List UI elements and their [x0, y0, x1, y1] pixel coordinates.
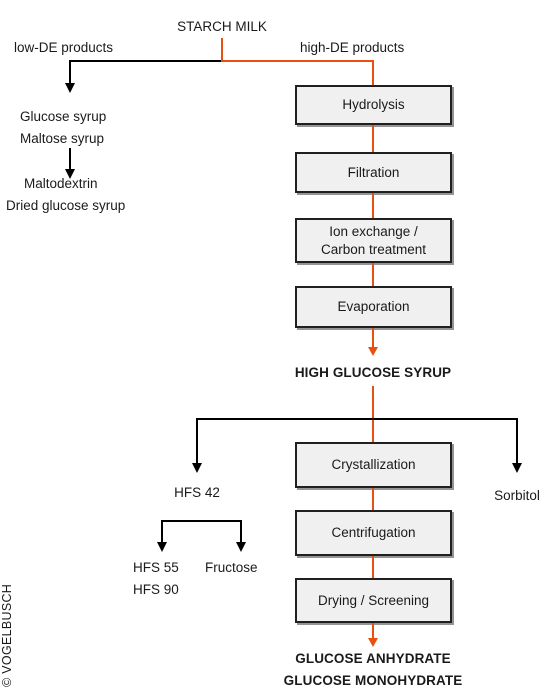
sorbitol-branch-arrow-head — [511, 463, 522, 473]
process-box-filtration[interactable]: Filtration — [295, 152, 452, 193]
process-box-filtration-label: Filtration — [347, 164, 400, 180]
process-box-ion-exchange-label-line-2: Carbon treatment — [320, 241, 427, 257]
low-de-products-label: low-DE products — [14, 40, 114, 55]
process-box-ion-exchange[interactable]: Ion exchange / Carbon treatment — [295, 218, 452, 263]
hfs55-arrow-shaft — [161, 520, 163, 543]
process-box-crystallization-label: Crystallization — [331, 457, 416, 473]
connector-centrifugation-to-drying — [372, 556, 374, 579]
connector-hydrolysis-to-filtration — [372, 125, 374, 153]
connector-ion-exchange-to-evaporation — [372, 263, 374, 287]
hfs-90-label: HFS 90 — [133, 582, 179, 597]
process-box-hydrolysis[interactable]: Hydrolysis — [295, 85, 452, 125]
low-de-branch-horizontal-line — [69, 60, 222, 62]
copyright-label: © VOGELBUSCH — [0, 583, 14, 687]
process-box-evaporation-label: Evaporation — [337, 299, 410, 315]
hfs-55-label: HFS 55 — [133, 560, 179, 575]
flowchart-canvas: STARCH MILK low-DE products high-DE prod… — [0, 0, 546, 699]
maltodextrin-label: Maltodextrin — [24, 176, 98, 191]
connector-filtration-to-ion-exchange — [372, 193, 374, 219]
process-box-centrifugation[interactable]: Centrifugation — [295, 510, 452, 556]
glucose-syrup-label: Glucose syrup — [20, 109, 107, 124]
process-box-hydrolysis-label: Hydrolysis — [342, 97, 405, 113]
maltose-syrup-label: Maltose syrup — [20, 131, 105, 146]
process-box-centrifugation-label: Centrifugation — [331, 525, 416, 541]
glucose-monohydrate-label: GLUCOSE MONOHYDRATE — [283, 673, 463, 688]
high-de-feed-line — [372, 60, 374, 86]
maltodextrin-arrow-shaft — [69, 148, 71, 170]
high-de-branch-horizontal-line — [221, 60, 374, 62]
starch-milk-stem-line — [221, 38, 223, 61]
low-de-arrow-head — [64, 83, 75, 93]
high-glucose-syrup-feed-line — [372, 386, 374, 442]
dried-glucose-syrup-label: Dried glucose syrup — [6, 198, 126, 213]
hfs55-arrow-head — [156, 542, 167, 552]
process-box-ion-exchange-label-line-1: Ion exchange / — [329, 224, 418, 240]
sorbitol-branch-arrow-shaft — [516, 418, 518, 464]
low-de-arrow-shaft — [69, 60, 71, 84]
starch-milk-label: STARCH MILK — [177, 19, 267, 34]
evaporation-output-arrow-shaft — [372, 328, 374, 349]
fructose-label: Fructose — [205, 560, 258, 575]
hfs42-branch-arrow-head — [191, 463, 202, 473]
drying-output-arrow-head — [367, 638, 378, 647]
fructose-arrow-head — [235, 542, 246, 552]
high-glucose-syrup-label: HIGH GLUCOSE SYRUP — [294, 365, 452, 380]
process-box-evaporation[interactable]: Evaporation — [295, 286, 452, 328]
hfs42-split-horizontal-line — [161, 520, 242, 522]
glucose-syrup-split-horizontal-line — [196, 418, 518, 420]
fructose-arrow-shaft — [240, 520, 242, 543]
process-box-drying-screening[interactable]: Drying / Screening — [295, 578, 452, 623]
hfs42-branch-arrow-shaft — [196, 418, 198, 464]
process-box-drying-screening-label: Drying / Screening — [317, 592, 430, 608]
evaporation-output-arrow-head — [367, 347, 378, 356]
process-box-crystallization[interactable]: Crystallization — [295, 442, 452, 488]
sorbitol-label: Sorbitol — [494, 488, 540, 503]
glucose-anhydrate-label: GLUCOSE ANHYDRATE — [295, 651, 451, 666]
hfs-42-label: HFS 42 — [174, 485, 220, 500]
high-de-products-label: high-DE products — [300, 40, 405, 55]
connector-crystallization-to-centrifugation — [372, 488, 374, 511]
